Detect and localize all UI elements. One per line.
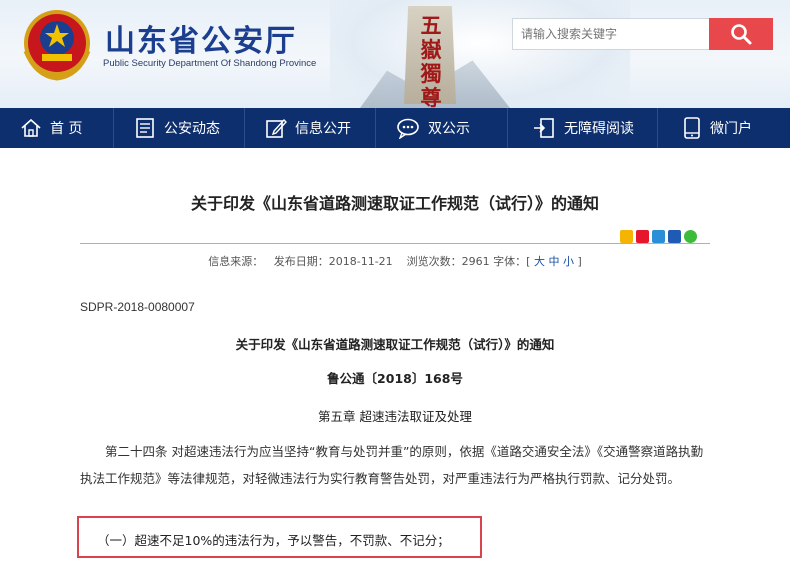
site-title: 山东省公安厅 [105, 24, 297, 59]
article-paragraph: 第二十四条 对超速违法行为应当坚持“教育与处罚并重”的原则，依据《道路交通安全法… [80, 444, 704, 486]
article-title: 关于印发《山东省道路测速取证工作规范（试行）》的通知 [190, 194, 599, 213]
font-size-large[interactable]: 大 [534, 255, 545, 268]
main-nav: 首 页 公安动态 信息公开 双公示 无障碍阅读 微门户 [0, 108, 790, 148]
nav-label-info-disclosure: 信息公开 [295, 121, 351, 137]
search-button[interactable] [709, 18, 773, 50]
share-tencent-icon[interactable] [652, 230, 665, 243]
highlighted-clause: （一）超速不足10%的违法行为，予以警告，不罚款、不记分； [97, 533, 450, 548]
chat-icon [397, 118, 419, 139]
inner-title: 关于印发《山东省道路测速取证工作规范（试行）》的通知 [235, 337, 555, 352]
police-emblem-logo [23, 10, 91, 81]
nav-item-info-disclosure[interactable]: 信息公开 [245, 108, 376, 148]
font-size-medium[interactable]: 中 [548, 255, 559, 268]
search-icon [731, 24, 752, 45]
nav-label-double-publicity: 双公示 [428, 121, 470, 137]
title-divider [80, 243, 710, 244]
nav-item-micro-portal[interactable]: 微门户 [658, 108, 790, 148]
nav-item-home[interactable]: 首 页 [0, 108, 114, 148]
accessibility-icon [534, 118, 554, 138]
edit-icon [266, 118, 287, 138]
nav-item-accessible-reading[interactable]: 无障碍阅读 [508, 108, 658, 148]
meta-source: 信息来源： [208, 255, 264, 268]
meta-views: 浏览次数：2961 [406, 255, 490, 268]
search-box [512, 18, 710, 50]
font-size-small[interactable]: 小 [563, 255, 574, 268]
share-wechat-icon[interactable] [684, 230, 697, 243]
document-number: SDPR-2018-0080007 [80, 300, 195, 314]
chapter-heading: 第五章 超速违法取证及处理 [318, 409, 472, 424]
share-bar [620, 230, 697, 243]
share-renren-icon[interactable] [668, 230, 681, 243]
share-qzone-icon[interactable] [620, 230, 633, 243]
issue-number: 鲁公通〔2018〕168号 [327, 371, 463, 386]
nav-label-micro-portal: 微门户 [710, 121, 752, 137]
meta-date: 发布日期：2018-11-21 [273, 255, 393, 268]
meta-font-label: 字体：[ [493, 255, 531, 268]
share-weibo-icon[interactable] [636, 230, 649, 243]
site-header: 五嶽獨尊 山东省公安厅 Public Security Department O… [0, 0, 790, 108]
nav-item-double-publicity[interactable]: 双公示 [376, 108, 508, 148]
nav-item-police-news[interactable]: 公安动态 [114, 108, 245, 148]
stele-inscription: 五嶽獨尊 [420, 13, 442, 109]
search-input[interactable] [513, 19, 709, 49]
nav-label-accessible-reading: 无障碍阅读 [564, 121, 634, 137]
nav-label-police-news: 公安动态 [164, 121, 220, 137]
mobile-icon [684, 117, 700, 139]
meta-font-end: ] [577, 255, 582, 268]
site-subtitle: Public Security Department Of Shandong P… [103, 58, 317, 69]
home-icon [21, 118, 41, 137]
nav-label-home: 首 页 [50, 121, 83, 137]
article-meta: 信息来源： 发布日期：2018-11-21 浏览次数：2961 字体：[ 大 中… [0, 253, 790, 269]
news-icon [136, 118, 154, 138]
